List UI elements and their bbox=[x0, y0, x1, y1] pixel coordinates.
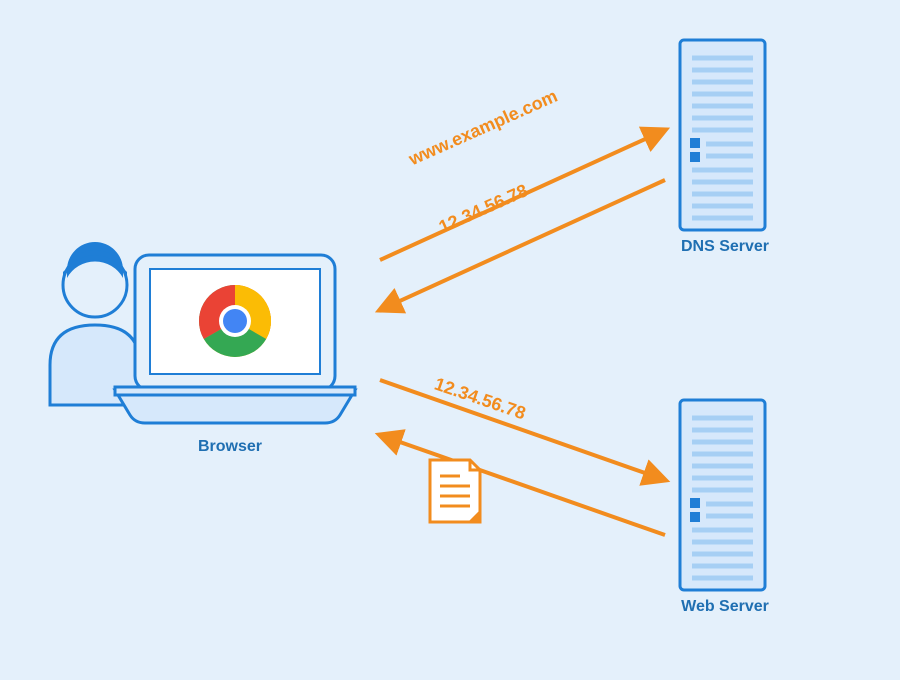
document-icon bbox=[430, 460, 480, 522]
user-icon bbox=[50, 242, 140, 405]
laptop-icon bbox=[115, 255, 355, 423]
browser-label: Browser bbox=[130, 438, 330, 456]
arrow-web-to-browser bbox=[380, 435, 665, 535]
diagram-canvas: Browser DNS Server Web Server www.exampl… bbox=[0, 0, 900, 680]
web-server-icon bbox=[680, 400, 765, 590]
dns-server-icon bbox=[680, 40, 765, 230]
web-server-label: Web Server bbox=[660, 598, 790, 616]
arrow-browser-to-web bbox=[380, 380, 665, 480]
diagram-svg bbox=[0, 0, 900, 680]
dns-server-label: DNS Server bbox=[660, 238, 790, 256]
